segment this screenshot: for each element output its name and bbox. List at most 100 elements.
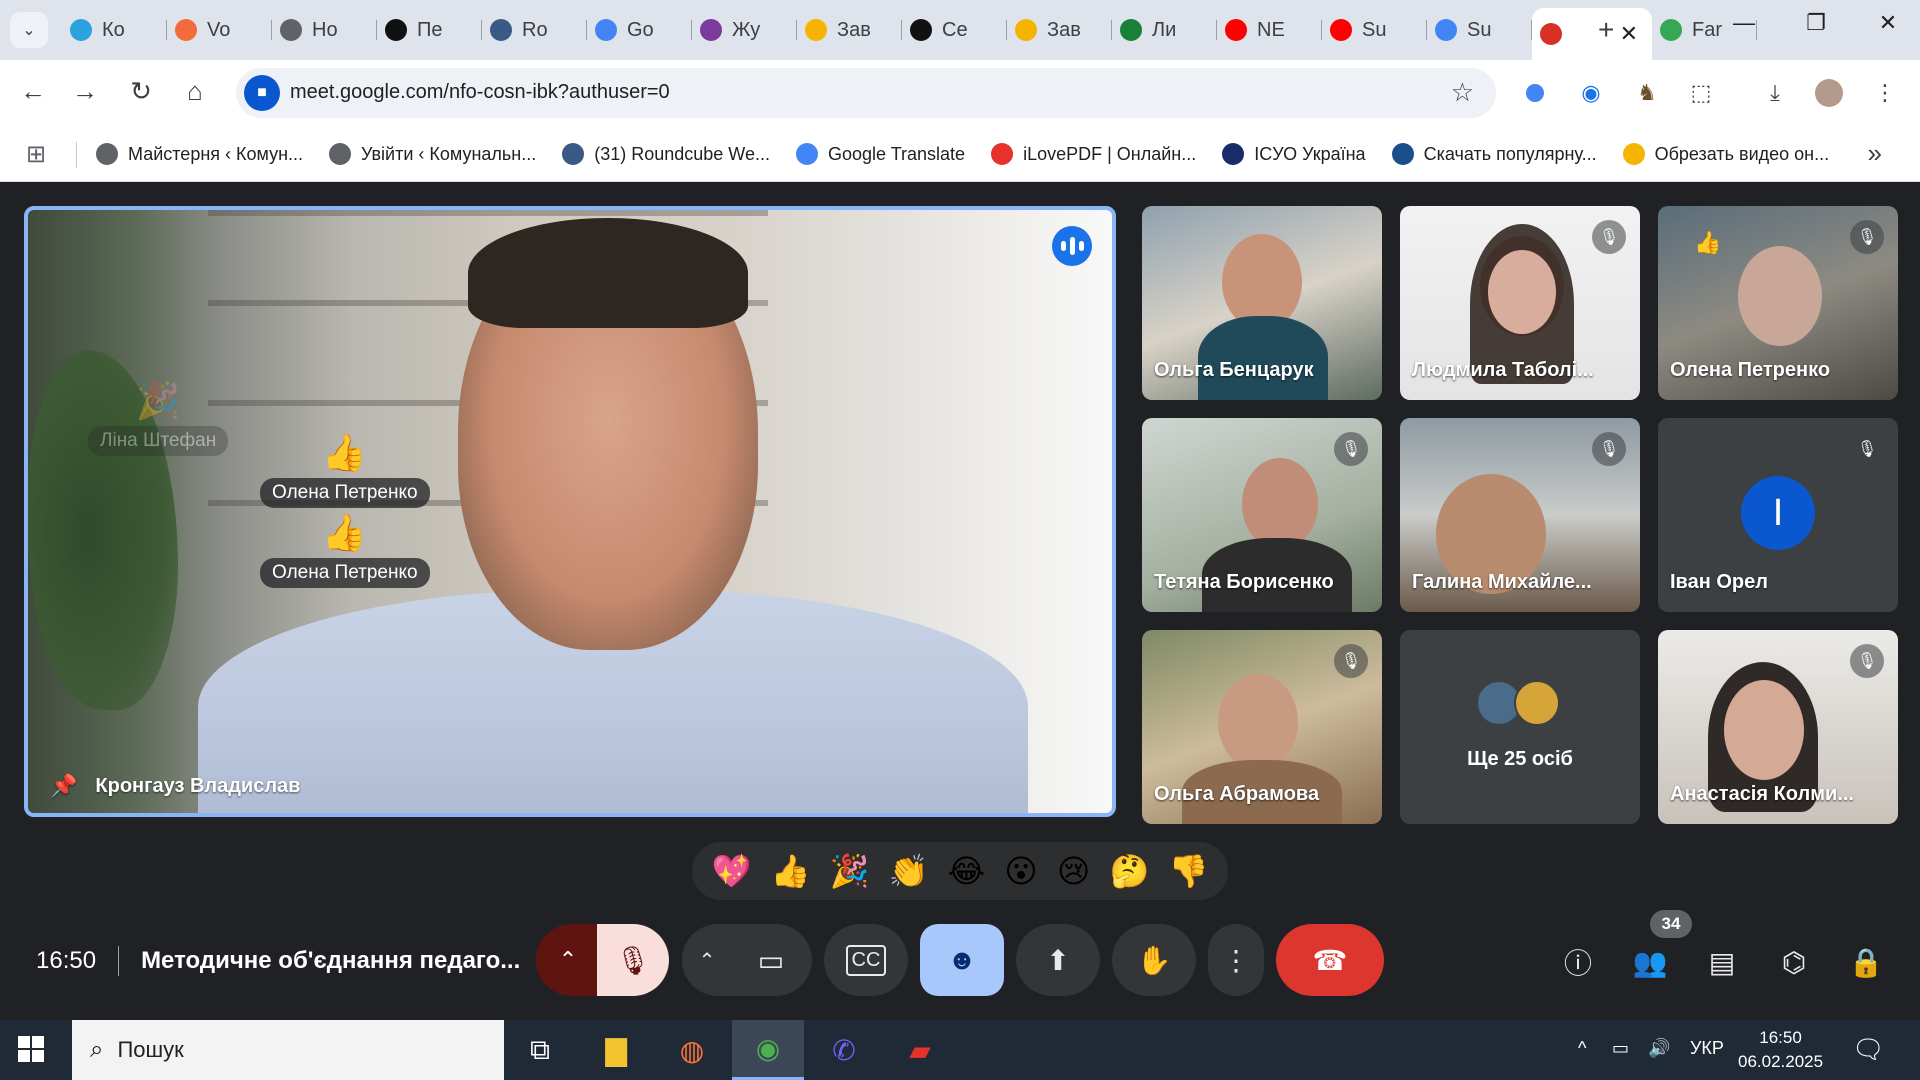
- reaction-option[interactable]: 👍: [771, 852, 811, 890]
- extension-record-icon[interactable]: ◉: [1574, 76, 1608, 110]
- bookmark-item[interactable]: Скачать популярну...: [1391, 126, 1597, 182]
- participant-tile[interactable]: Ольга Бенцарук: [1142, 206, 1382, 400]
- window-close-button[interactable]: ✕: [1868, 10, 1908, 36]
- bookmark-item[interactable]: Увійти ‹ Комунальн...: [329, 126, 536, 182]
- leave-call-button[interactable]: ☎: [1276, 924, 1384, 996]
- tab-item[interactable]: Vo: [167, 8, 272, 52]
- notifications-icon[interactable]: 🗨: [1852, 1034, 1885, 1065]
- extensions-puzzle-icon[interactable]: ⬚: [1684, 76, 1718, 110]
- bookmark-item[interactable]: ICУО Україна: [1222, 126, 1366, 182]
- bookmarks-overflow-button[interactable]: »: [1868, 138, 1882, 169]
- more-participants-tile[interactable]: Ще 25 осіб: [1400, 630, 1640, 824]
- profile-avatar[interactable]: [1812, 76, 1846, 110]
- url-text[interactable]: meet.google.com/nfo-cosn-ibk?authuser=0: [290, 81, 670, 104]
- meet-camera-icon[interactable]: ■: [244, 75, 280, 111]
- reaction-option[interactable]: 😂: [948, 852, 985, 890]
- activities-button[interactable]: ⌬: [1770, 942, 1818, 982]
- host-controls-button[interactable]: 🔒: [1842, 942, 1890, 982]
- tray-overflow-icon[interactable]: ^: [1578, 1038, 1586, 1059]
- participant-tile[interactable]: 🎙 Ольга Абрамова: [1142, 630, 1382, 824]
- tab-close-icon[interactable]: ✕: [1620, 21, 1638, 47]
- language-indicator[interactable]: УКР: [1690, 1038, 1724, 1059]
- tab-item[interactable]: Зав: [1007, 8, 1112, 52]
- reaction-option[interactable]: 😢: [1057, 852, 1090, 890]
- reaction-option[interactable]: 🎉: [830, 852, 870, 890]
- bookmark-favicon-icon: [1222, 143, 1245, 165]
- task-view-icon[interactable]: ⧉: [504, 1020, 576, 1080]
- captions-button[interactable]: CC: [824, 924, 908, 996]
- file-explorer-icon[interactable]: ▇: [580, 1020, 652, 1080]
- tab-item[interactable]: Go: [587, 8, 692, 52]
- minimize-button[interactable]: —: [1724, 10, 1764, 36]
- tab-item[interactable]: Пе: [377, 8, 482, 52]
- windows-start-icon[interactable]: [18, 1036, 44, 1062]
- participant-tile[interactable]: 🎙 Людмила Таболі...: [1400, 206, 1640, 400]
- chat-button[interactable]: ▤: [1698, 942, 1746, 982]
- battery-icon[interactable]: ▭: [1612, 1038, 1629, 1059]
- participant-avatar: І: [1741, 476, 1815, 550]
- send-reaction-button[interactable]: ☻: [920, 924, 1004, 996]
- restore-button[interactable]: ❐: [1796, 10, 1836, 36]
- tab-item[interactable]: Но: [272, 8, 377, 52]
- tab-item[interactable]: Се: [902, 8, 1007, 52]
- firefox-icon[interactable]: ◍: [656, 1020, 728, 1080]
- video-options-button[interactable]: ⌃: [682, 924, 732, 996]
- tab-item[interactable]: Зав: [797, 8, 902, 52]
- extension-dot-icon[interactable]: [1518, 76, 1552, 110]
- bookmark-item[interactable]: Обрезать видео он...: [1622, 126, 1829, 182]
- reload-button[interactable]: ↻: [124, 76, 158, 107]
- bookmark-item[interactable]: Майстерня ‹ Комун...: [96, 126, 303, 182]
- journal-icon: [700, 19, 722, 41]
- tab-search-button[interactable]: ⌄: [10, 12, 48, 48]
- participant-tile[interactable]: 🎙 Галина Михайле...: [1400, 418, 1640, 612]
- audio-options-button[interactable]: ⌃: [536, 924, 600, 996]
- viber-icon[interactable]: ✆: [808, 1020, 880, 1080]
- tab-item[interactable]: Ко: [62, 8, 167, 52]
- participant-tile[interactable]: 🎙 Тетяна Борисенко: [1142, 418, 1382, 612]
- home-button[interactable]: ⌂: [178, 76, 212, 107]
- reaction-option[interactable]: 🤔: [1110, 852, 1150, 890]
- camera-toggle-button[interactable]: ▭: [730, 924, 812, 996]
- bookmark-favicon-icon: [329, 143, 352, 165]
- participant-tile[interactable]: 🎙 Анастасія Колми...: [1658, 630, 1898, 824]
- new-tab-button[interactable]: +: [1598, 14, 1614, 46]
- microphone-toggle-button[interactable]: 🎙: [597, 924, 669, 996]
- chrome-icon[interactable]: ◉: [732, 1020, 804, 1080]
- bookmark-item[interactable]: (31) Roundcube We...: [562, 126, 770, 182]
- acrobat-icon[interactable]: ▰: [884, 1020, 956, 1080]
- reaction-bubble: 👍 Олена Петренко: [260, 432, 430, 508]
- forward-button[interactable]: →: [68, 76, 102, 107]
- main-speaker-tile[interactable]: 🎉 Ліна Штефан 👍 Олена Петренко 👍 Олена П…: [24, 206, 1116, 817]
- bookmark-item[interactable]: Google Translate: [795, 126, 965, 182]
- present-screen-button[interactable]: ⬆: [1016, 924, 1100, 996]
- participant-tile[interactable]: І 🎙 Іван Орел: [1658, 418, 1898, 612]
- apps-grid-icon[interactable]: ⊞: [26, 140, 46, 169]
- volume-icon[interactable]: 🔊: [1648, 1038, 1670, 1059]
- tab-item[interactable]: Жу: [692, 8, 797, 52]
- more-options-button[interactable]: ⋮: [1208, 924, 1264, 996]
- tab-active[interactable]: ✕: [1532, 8, 1652, 60]
- address-bar[interactable]: ■ meet.google.com/nfo-cosn-ibk?authuser=…: [236, 68, 1496, 118]
- reaction-option[interactable]: 👏: [889, 852, 929, 890]
- browser-menu-icon[interactable]: ⋮: [1868, 76, 1902, 110]
- tab-item[interactable]: Ли: [1112, 8, 1217, 52]
- system-clock[interactable]: 16:50 06.02.2025: [1738, 1026, 1823, 1074]
- participant-tile[interactable]: 👍 🎙 Олена Петренко: [1658, 206, 1898, 400]
- tab-item[interactable]: Su: [1322, 8, 1427, 52]
- back-button[interactable]: ←: [16, 76, 50, 107]
- tab-item[interactable]: Ro: [482, 8, 587, 52]
- pin-icon[interactable]: 📌: [50, 773, 77, 799]
- meeting-details-button[interactable]: ⓘ: [1554, 942, 1602, 982]
- people-button[interactable]: 👥: [1626, 942, 1674, 982]
- bookmark-item[interactable]: iLovePDF | Онлайн...: [991, 126, 1196, 182]
- tab-item[interactable]: NE: [1217, 8, 1322, 52]
- taskbar-search-input[interactable]: ⌕ Пошук: [72, 1020, 504, 1080]
- bookmark-star-icon[interactable]: ☆: [1451, 77, 1474, 108]
- raise-hand-button[interactable]: ✋: [1112, 924, 1196, 996]
- reaction-option[interactable]: 👎: [1169, 852, 1209, 890]
- reaction-option[interactable]: 😮: [1004, 852, 1037, 890]
- reaction-option[interactable]: 💖: [712, 852, 752, 890]
- extension-owl-icon[interactable]: ♞: [1630, 76, 1664, 110]
- tab-item[interactable]: Su: [1427, 8, 1532, 52]
- download-icon[interactable]: ⤓: [1758, 76, 1792, 110]
